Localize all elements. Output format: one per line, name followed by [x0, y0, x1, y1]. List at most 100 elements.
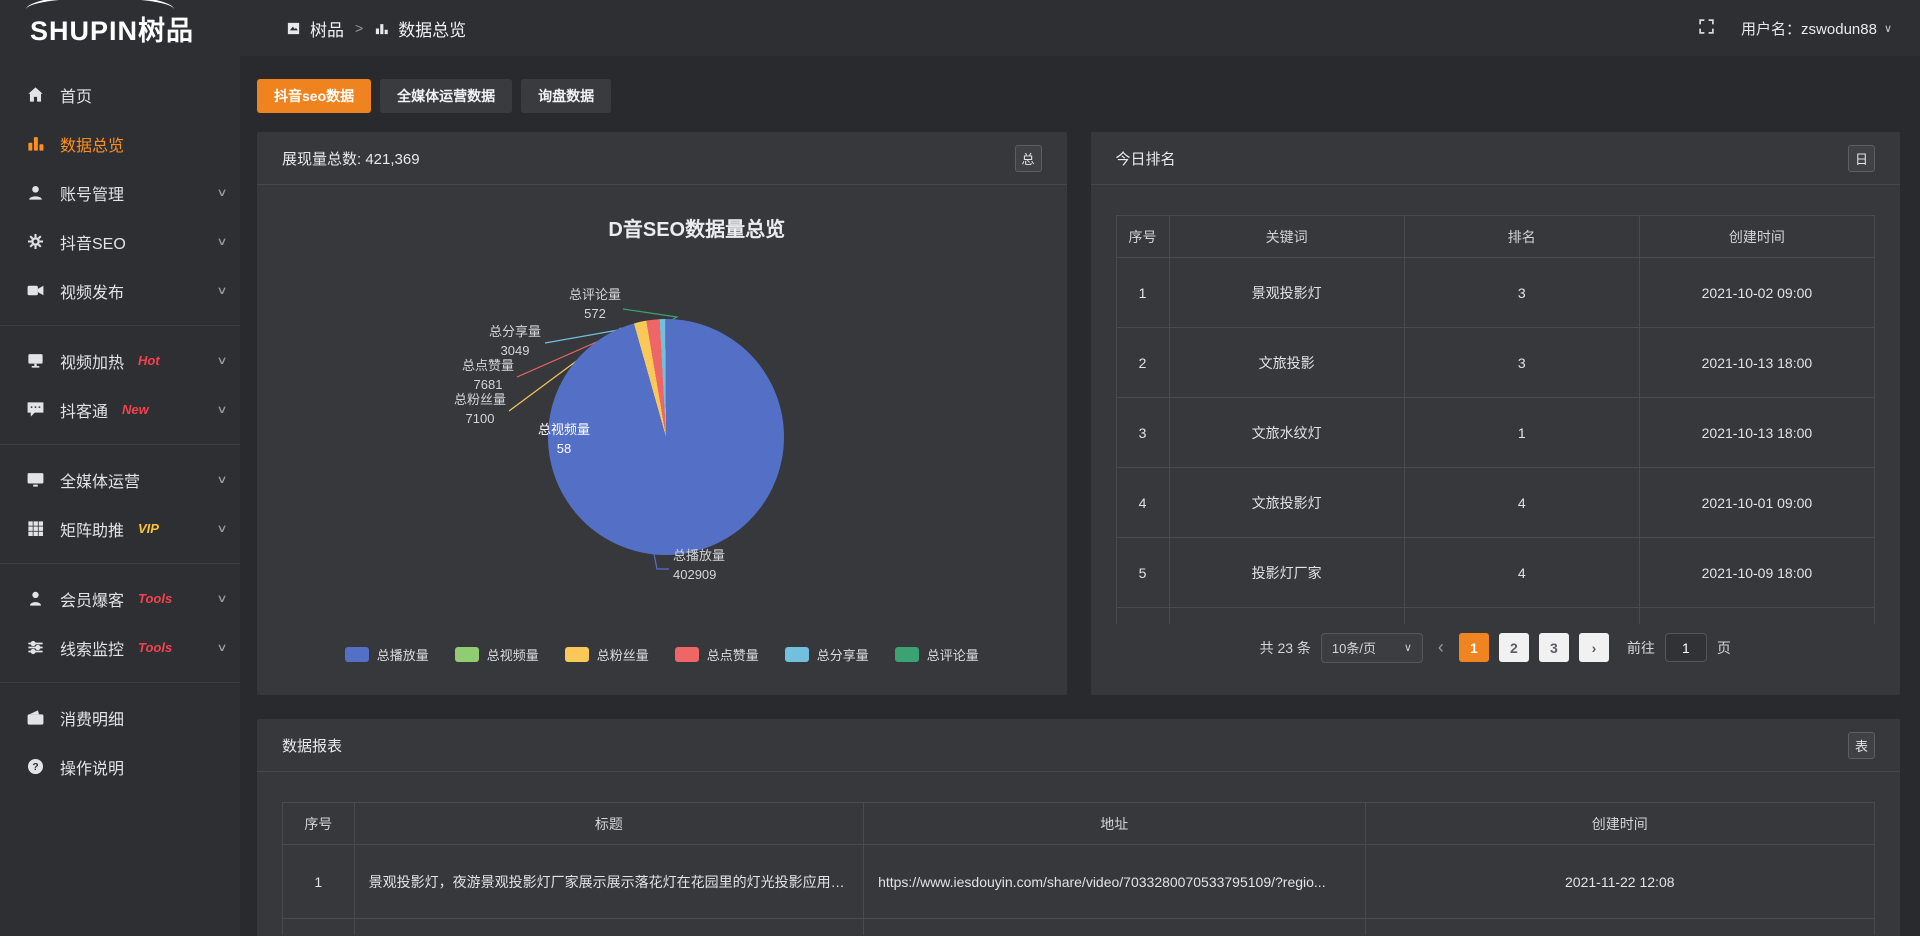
chat-icon: [26, 400, 45, 419]
legend-item-comments[interactable]: 总评论量: [895, 645, 979, 664]
tab-media-operation-data[interactable]: 全媒体运营数据: [380, 79, 512, 113]
page-button-3[interactable]: 3: [1539, 633, 1569, 662]
table-row: 4 文旅投影灯 4 2021-10-01 09:00: [1116, 468, 1875, 538]
legend-swatch: [675, 647, 699, 662]
table-row: 2 文旅投影 3 2021-10-13 18:00: [1116, 328, 1875, 398]
report-url-link[interactable]: https://www.iesdouyin.com/share/video/70…: [864, 845, 1365, 919]
sidebar-item-video-heat[interactable]: 视频加热 Hot ∨: [0, 336, 240, 385]
tab-douyin-seo-data[interactable]: 抖音seo数据: [257, 79, 371, 113]
wallet-icon: [26, 708, 45, 727]
legend-swatch: [895, 647, 919, 662]
report-table: 序号 标题 地址 创建时间 1 景观投影灯，夜游景观投影灯厂家展示展示落花灯在花…: [282, 802, 1875, 935]
sidebar-item-clue-monitor[interactable]: 线索监控 Tools ∨: [0, 623, 240, 672]
legend-swatch: [455, 647, 479, 662]
legend-item-fans[interactable]: 总粉丝量: [565, 645, 649, 664]
sidebar-item-video-publish[interactable]: 视频发布 ∨: [0, 266, 240, 315]
sidebar-item-douketong[interactable]: 抖客通 New ∨: [0, 385, 240, 434]
chevron-down-icon: ∨: [216, 235, 227, 248]
topbar-right: 用户名：zswodun88 ∨: [1698, 18, 1920, 39]
breadcrumb-root[interactable]: 树品: [310, 16, 344, 41]
chevron-down-icon: ∨: [216, 592, 227, 605]
total-view-button[interactable]: 总: [1015, 145, 1042, 172]
legend-item-plays[interactable]: 总播放量: [345, 645, 429, 664]
data-report-panel: 数据报表 表 序号 标题 地址 创建时间 1 景观投影灯，夜游景观投影灯厂家展示…: [257, 719, 1900, 936]
svg-text:?: ?: [32, 762, 38, 773]
data-overview-icon: [26, 134, 45, 153]
sidebar-item-douyin-seo[interactable]: 抖音SEO ∨: [0, 217, 240, 266]
chevron-down-icon: ∨: [216, 403, 227, 416]
pie-chart: D音SEO数据量总览 总评论量572 总分享量3049 总点赞量7681: [257, 185, 1067, 694]
legend-item-shares[interactable]: 总分享量: [785, 645, 869, 664]
chart-legend: 总播放量 总视频量 总粉丝量 总点赞量: [257, 645, 1067, 664]
grid-icon: [26, 519, 45, 538]
table-view-button[interactable]: 表: [1848, 732, 1875, 759]
sidebar-item-help[interactable]: ? 操作说明: [0, 742, 240, 791]
legend-swatch: [345, 647, 369, 662]
breadcrumb: 树品 > 数据总览: [240, 16, 466, 41]
monitor-icon: [26, 470, 45, 489]
bar-chart-icon: [374, 21, 389, 36]
legend-item-videos[interactable]: 总视频量: [455, 645, 539, 664]
goto-label: 前往: [1627, 638, 1655, 658]
pagination-total: 共 23 条: [1260, 638, 1311, 658]
next-page-button[interactable]: ›: [1579, 633, 1609, 662]
prev-page-button[interactable]: ‹: [1433, 637, 1449, 658]
user-menu[interactable]: 用户名：zswodun88 ∨: [1741, 18, 1892, 39]
sidebar-item-home[interactable]: 首页: [0, 70, 240, 119]
sidebar-item-data-overview[interactable]: 数据总览: [0, 119, 240, 168]
app-logo[interactable]: SHUPIN树品: [0, 9, 240, 48]
video-heat-icon: [26, 351, 45, 370]
pie-label-comments: 总评论量572: [549, 286, 641, 324]
tab-inquiry-data[interactable]: 询盘数据: [521, 79, 611, 113]
gear-icon: [26, 232, 45, 251]
table-row-partial: [1116, 608, 1875, 624]
fullscreen-icon[interactable]: [1698, 18, 1715, 39]
data-tabs: 抖音seo数据 全媒体运营数据 询盘数据: [257, 79, 1900, 113]
table-row: 3 文旅水纹灯 1 2021-10-13 18:00: [1116, 398, 1875, 468]
home-icon: [26, 85, 45, 104]
sidebar-item-matrix-boost[interactable]: 矩阵助推 VIP ∨: [0, 504, 240, 553]
top-bar: SHUPIN树品 树品 > 数据总览 用户名：zswodun88 ∨: [0, 0, 1920, 56]
site-icon: [286, 21, 301, 36]
pie-label-shares: 总分享量3049: [469, 323, 561, 361]
pie-label-likes: 总点赞量7681: [442, 357, 534, 395]
sidebar-item-media-operation[interactable]: 全媒体运营 ∨: [0, 455, 240, 504]
legend-item-likes[interactable]: 总点赞量: [675, 645, 759, 664]
table-header-row: 序号 关键词 排名 创建时间: [1116, 216, 1875, 258]
goto-page-input[interactable]: [1665, 633, 1707, 662]
data-report-title: 数据报表: [282, 735, 342, 756]
chevron-down-icon: ∨: [216, 641, 227, 654]
video-camera-icon: [26, 281, 45, 300]
pagination: 共 23 条 10条/页 ∨ ‹ 1 2 3 › 前往 页: [1091, 633, 1901, 663]
page-button-1[interactable]: 1: [1459, 633, 1489, 662]
chevron-down-icon: ∨: [216, 284, 227, 297]
sidebar-divider: [0, 325, 240, 326]
person-icon: [26, 589, 45, 608]
new-badge: New: [122, 402, 149, 417]
username-label: 用户名：zswodun88: [1741, 18, 1877, 39]
impressions-total-label: 展现量总数: 421,369: [282, 148, 420, 169]
sidebar: 首页 数据总览 账号管理 ∨ 抖音SEO ∨ 视频发布 ∨ 视频加热 Hot ∨…: [0, 56, 240, 936]
pie-label-videos: 总视频量58: [509, 421, 619, 459]
goto-suffix: 页: [1717, 638, 1731, 658]
page-size-select[interactable]: 10条/页 ∨: [1321, 633, 1423, 663]
page-button-2[interactable]: 2: [1499, 633, 1529, 662]
chevron-down-icon: ∨: [1404, 641, 1412, 654]
chevron-down-icon: ∨: [216, 473, 227, 486]
sidebar-item-member[interactable]: 会员爆客 Tools ∨: [0, 574, 240, 623]
daily-view-button[interactable]: 日: [1848, 145, 1875, 172]
legend-swatch: [785, 647, 809, 662]
sliders-icon: [26, 638, 45, 657]
report-title-cell: 景观投影灯，夜游景观投影灯厂家展示展示落花灯在花园里的灯光投影应用效果 #: [354, 845, 863, 919]
table-row: 1 景观投影灯 3 2021-10-02 09:00: [1116, 258, 1875, 328]
sidebar-item-expense[interactable]: 消费明细: [0, 693, 240, 742]
breadcrumb-separator: >: [353, 20, 365, 36]
chevron-down-icon: ∨: [1884, 22, 1892, 35]
ranking-table: 序号 关键词 排名 创建时间 1 景观投影灯 3 2021-10-02 09:0…: [1116, 215, 1876, 624]
overview-panel: 展现量总数: 421,369 总 D音SEO数据量总览 总评论量572 总分: [257, 132, 1067, 695]
tools-badge: Tools: [138, 591, 172, 606]
question-icon: ?: [26, 757, 45, 776]
legend-swatch: [565, 647, 589, 662]
chevron-down-icon: ∨: [216, 354, 227, 367]
sidebar-item-account[interactable]: 账号管理 ∨: [0, 168, 240, 217]
